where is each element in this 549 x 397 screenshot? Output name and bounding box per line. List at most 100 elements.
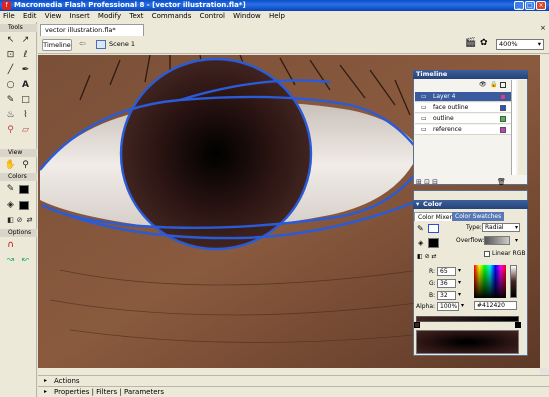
lasso-tool-icon[interactable]: ℓ bbox=[19, 49, 32, 62]
text-tool-icon[interactable]: A bbox=[19, 79, 32, 92]
eye-icon[interactable]: 👁 bbox=[479, 81, 487, 88]
lock-icon[interactable]: 🔒 bbox=[490, 81, 497, 88]
gradient-stop-start[interactable] bbox=[414, 322, 420, 328]
blue-input[interactable]: 32 bbox=[437, 291, 456, 300]
edit-symbols-icon[interactable]: ✿ bbox=[480, 38, 488, 48]
timeline-panel-title: Timeline bbox=[416, 70, 448, 78]
menu-text[interactable]: Text bbox=[126, 11, 146, 22]
minimize-button[interactable]: _ bbox=[514, 1, 524, 10]
hand-tool-icon[interactable]: ✋ bbox=[4, 159, 17, 172]
layer-row[interactable]: ▭ Layer 4 bbox=[415, 92, 511, 102]
straighten-icon[interactable]: ↜ bbox=[19, 254, 32, 267]
chevron-down-icon[interactable]: ▾ bbox=[458, 267, 461, 274]
chevron-down-icon: ▾ bbox=[514, 224, 518, 231]
document-tab[interactable]: vector illustration.fla* bbox=[40, 24, 144, 36]
fill-color-swatch[interactable] bbox=[19, 201, 29, 210]
gradient-stop-end[interactable] bbox=[515, 322, 521, 328]
type-label: Type: bbox=[466, 224, 482, 231]
eyedropper-tool-icon[interactable]: ⚲ bbox=[4, 124, 17, 137]
maximize-button[interactable]: □ bbox=[525, 1, 535, 10]
menu-help[interactable]: Help bbox=[266, 11, 288, 22]
expand-arrow-icon: ▸ bbox=[44, 377, 48, 384]
rectangle-tool-icon[interactable]: □ bbox=[19, 94, 32, 107]
tab-color-swatches[interactable]: Color Swatches bbox=[452, 212, 505, 221]
snap-to-objects-icon[interactable]: ∩ bbox=[4, 239, 17, 252]
timeline-toggle-button[interactable]: Timeline bbox=[42, 39, 72, 51]
color-spectrum-picker[interactable] bbox=[474, 265, 506, 298]
menu-edit[interactable]: Edit bbox=[20, 11, 40, 22]
delete-layer-icon[interactable]: 🗑 bbox=[497, 178, 506, 186]
menu-insert[interactable]: Insert bbox=[67, 11, 93, 22]
menu-view[interactable]: View bbox=[42, 11, 65, 22]
actions-panel-header[interactable]: ▸ Actions bbox=[38, 375, 549, 386]
chevron-down-icon[interactable]: ▾ bbox=[458, 279, 461, 286]
outline-icon[interactable] bbox=[500, 82, 506, 88]
close-button[interactable]: × bbox=[536, 1, 546, 10]
layer-icon: ▭ bbox=[421, 115, 427, 122]
layer-name: face outline bbox=[433, 104, 469, 111]
menu-control[interactable]: Control bbox=[197, 11, 228, 22]
zoom-select[interactable]: 400% ▾ bbox=[496, 39, 544, 50]
oval-tool-icon[interactable]: ○ bbox=[4, 79, 17, 92]
eraser-tool-icon[interactable]: ▱ bbox=[19, 124, 32, 137]
timeline-scrollbar[interactable] bbox=[518, 80, 527, 175]
fill-color-icon[interactable]: ◈ bbox=[418, 239, 423, 247]
chevron-down-icon[interactable]: ▾ bbox=[458, 291, 461, 298]
fill-color-swatch[interactable] bbox=[428, 238, 439, 248]
swap-colors-icon[interactable]: ⇄ bbox=[23, 214, 36, 227]
subselection-tool-icon[interactable]: ↗ bbox=[19, 34, 32, 47]
free-transform-tool-icon[interactable]: ⊡ bbox=[4, 49, 17, 62]
scene-label: Scene 1 bbox=[109, 40, 136, 48]
green-input[interactable]: 36 bbox=[437, 279, 456, 288]
ink-bottle-tool-icon[interactable]: ♨ bbox=[4, 109, 17, 122]
close-document-icon[interactable]: × bbox=[540, 24, 546, 32]
hex-color-input[interactable]: #412420 bbox=[474, 301, 517, 310]
overflow-select[interactable]: ▾ bbox=[484, 236, 518, 245]
linear-rgb-checkbox[interactable] bbox=[484, 251, 490, 257]
fill-color-icon[interactable]: ◈ bbox=[4, 199, 17, 212]
layer-color-swatch bbox=[500, 105, 506, 111]
pen-tool-icon[interactable]: ✒ bbox=[19, 64, 32, 77]
stroke-color-swatch[interactable] bbox=[428, 224, 439, 233]
vertical-scrollbar[interactable] bbox=[540, 55, 549, 368]
gradient-preview bbox=[416, 330, 519, 354]
edit-scene-icon[interactable]: 🎬 bbox=[465, 38, 476, 48]
chevron-down-icon[interactable]: ▾ bbox=[461, 302, 464, 309]
back-arrow-icon[interactable]: ⇦ bbox=[79, 39, 86, 48]
brightness-slider[interactable] bbox=[510, 265, 517, 298]
smooth-icon[interactable]: ↝ bbox=[4, 254, 17, 267]
stroke-color-icon[interactable]: ✎ bbox=[4, 183, 17, 196]
line-tool-icon[interactable]: ╱ bbox=[4, 64, 17, 77]
color-swap-icons[interactable]: ◧ ⊘ ⇄ bbox=[417, 253, 437, 260]
color-panel-header[interactable]: ▾ Color bbox=[413, 200, 528, 209]
selection-tool-icon[interactable]: ↖ bbox=[4, 34, 17, 47]
layer-color-swatch bbox=[500, 116, 506, 122]
horizontal-scrollbar[interactable] bbox=[38, 368, 540, 375]
brush-tool-icon[interactable]: ⌇ bbox=[19, 109, 32, 122]
pencil-tool-icon[interactable]: ✎ bbox=[4, 94, 17, 107]
insert-layer-icon[interactable]: ⊞ ⊡ ⊟ bbox=[416, 178, 438, 186]
color-panel-title: Color bbox=[423, 200, 443, 208]
zoom-tool-icon[interactable]: ⚲ bbox=[19, 159, 32, 172]
menu-commands[interactable]: Commands bbox=[149, 11, 195, 22]
layer-row[interactable]: ▭ face outline bbox=[415, 103, 511, 113]
layer-name: Layer 4 bbox=[433, 93, 456, 100]
layer-row[interactable]: ▭ reference bbox=[415, 125, 511, 135]
frames-area[interactable] bbox=[511, 80, 516, 175]
gradient-definition-bar[interactable] bbox=[416, 316, 519, 322]
red-input[interactable]: 65 bbox=[437, 267, 456, 276]
menu-bar: File Edit View Insert Modify Text Comman… bbox=[0, 11, 549, 22]
tab-color-mixer[interactable]: Color Mixer bbox=[414, 212, 456, 221]
alpha-input[interactable]: 100% bbox=[437, 302, 459, 311]
layer-icon: ▭ bbox=[421, 126, 427, 133]
colors-section-label: Colors bbox=[0, 173, 37, 181]
stroke-color-icon[interactable]: ✎ bbox=[417, 224, 424, 233]
timeline-panel-header[interactable]: Timeline bbox=[413, 70, 528, 79]
fill-type-select[interactable]: Radial ▾ bbox=[482, 223, 520, 232]
menu-window[interactable]: Window bbox=[230, 11, 264, 22]
properties-panel-header[interactable]: ▸ Properties | Filters | Parameters bbox=[38, 386, 549, 397]
menu-modify[interactable]: Modify bbox=[95, 11, 124, 22]
stroke-color-swatch[interactable] bbox=[19, 185, 29, 194]
menu-file[interactable]: File bbox=[0, 11, 18, 22]
layer-row[interactable]: ▭ outline bbox=[415, 114, 511, 124]
